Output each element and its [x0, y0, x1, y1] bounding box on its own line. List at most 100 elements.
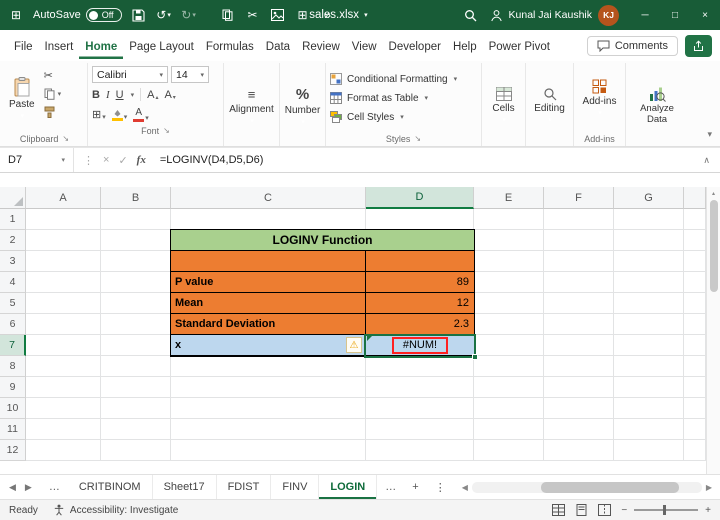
- cell-fill-11[interactable]: [684, 419, 706, 440]
- cell-G10[interactable]: [614, 398, 684, 419]
- cell-F4[interactable]: [544, 272, 614, 293]
- cell-E3[interactable]: [474, 251, 544, 272]
- column-header-G[interactable]: G: [614, 187, 684, 209]
- horizontal-scrollbar[interactable]: ◀ ▶: [454, 475, 720, 499]
- cell-A5[interactable]: [26, 293, 101, 314]
- row-header-11[interactable]: 11: [0, 419, 26, 440]
- tab-review[interactable]: Review: [296, 33, 346, 59]
- sheet-nav-left-icon[interactable]: ◀: [9, 482, 16, 493]
- fill-color-button[interactable]: ▾: [111, 109, 127, 121]
- row-header-9[interactable]: 9: [0, 377, 26, 398]
- vertical-scroll-thumb[interactable]: [709, 200, 718, 292]
- tab-page-layout[interactable]: Page Layout: [123, 33, 200, 59]
- autosave-toggle[interactable]: AutoSave Off: [33, 8, 122, 22]
- cell-D5-mean[interactable]: 12: [366, 293, 474, 313]
- autosave-pill[interactable]: Off: [85, 8, 122, 22]
- cell-B10[interactable]: [101, 398, 171, 419]
- cell-fill-7[interactable]: [684, 335, 706, 356]
- cell-E4[interactable]: [474, 272, 544, 293]
- cell-F11[interactable]: [544, 419, 614, 440]
- row-header-5[interactable]: 5: [0, 293, 26, 314]
- tab-power-pivot[interactable]: Power Pivot: [483, 33, 556, 59]
- zoom-out-button[interactable]: −: [621, 505, 627, 516]
- cell-C5-mean-label[interactable]: Mean: [171, 293, 366, 313]
- undo-button[interactable]: ↺ ▾: [156, 8, 172, 22]
- cell-E11[interactable]: [474, 419, 544, 440]
- cell-G6[interactable]: [614, 314, 684, 335]
- tab-insert[interactable]: Insert: [39, 33, 80, 59]
- zoom-slider[interactable]: [634, 505, 699, 515]
- tab-help[interactable]: Help: [447, 33, 483, 59]
- formula-input[interactable]: =LOGINV(D4,D5,D6): [155, 154, 264, 166]
- alignment-button[interactable]: ≡ Alignment ▾: [228, 65, 275, 146]
- cell-fill-2[interactable]: [684, 230, 706, 251]
- cell-G8[interactable]: [614, 356, 684, 377]
- cell-A11[interactable]: [26, 419, 101, 440]
- sheet-tab-sheet17[interactable]: Sheet17: [153, 475, 217, 499]
- row-header-8[interactable]: 8: [0, 356, 26, 377]
- avatar[interactable]: KJ: [598, 4, 619, 26]
- hscroll-left-icon[interactable]: ◀: [462, 483, 468, 492]
- cancel-icon[interactable]: ×: [103, 154, 109, 166]
- format-as-table-button[interactable]: Format as Table ▾: [330, 90, 477, 107]
- sheet-tab-fdist[interactable]: FDIST: [217, 475, 272, 499]
- cell-D6-sd[interactable]: 2.3: [366, 314, 474, 334]
- accessibility-status[interactable]: Accessibility: Investigate: [53, 504, 178, 516]
- cell-A8[interactable]: [26, 356, 101, 377]
- hscroll-thumb[interactable]: [540, 481, 679, 493]
- cell-D7-active[interactable]: #NUM!: [366, 335, 474, 355]
- name-box[interactable]: D7 ▾: [0, 148, 74, 172]
- sheet-overflow-left-button[interactable]: …: [41, 475, 68, 499]
- cell-F6[interactable]: [544, 314, 614, 335]
- cell-B4[interactable]: [101, 272, 171, 293]
- cell-B11[interactable]: [101, 419, 171, 440]
- normal-view-button[interactable]: [552, 504, 566, 516]
- cell-E1[interactable]: [474, 209, 544, 230]
- row-header-4[interactable]: 4: [0, 272, 26, 293]
- app-menu-icon[interactable]: ⊞: [8, 8, 24, 22]
- cell-A6[interactable]: [26, 314, 101, 335]
- cell-E7[interactable]: [474, 335, 544, 356]
- cell-A3[interactable]: [26, 251, 101, 272]
- cell-styles-button[interactable]: Cell Styles ▾: [330, 109, 477, 126]
- cell-A9[interactable]: [26, 377, 101, 398]
- cell-D9[interactable]: [366, 377, 474, 398]
- tab-view[interactable]: View: [346, 33, 383, 59]
- cell-G4[interactable]: [614, 272, 684, 293]
- cell-E12[interactable]: [474, 440, 544, 461]
- cell-C11[interactable]: [171, 419, 366, 440]
- account-button[interactable]: Kunal Jai Kaushik KJ: [490, 4, 619, 26]
- tab-splitter-icon[interactable]: ⋮: [427, 475, 454, 499]
- share-button[interactable]: [685, 34, 712, 57]
- cell-D11[interactable]: [366, 419, 474, 440]
- expand-formula-bar-icon[interactable]: ∧: [693, 155, 720, 166]
- page-layout-view-button[interactable]: [575, 504, 588, 516]
- cut-button[interactable]: ✂: [245, 8, 261, 22]
- dialog-launcher-icon[interactable]: ↘: [414, 134, 421, 143]
- cell-fill-3[interactable]: [684, 251, 706, 272]
- cell-F2[interactable]: [544, 230, 614, 251]
- cell-F3[interactable]: [544, 251, 614, 272]
- cell-fill-5[interactable]: [684, 293, 706, 314]
- cell-C6-sd-label[interactable]: Standard Deviation: [171, 314, 366, 334]
- sheet-nav-right-icon[interactable]: ▶: [25, 482, 32, 493]
- row-header-1[interactable]: 1: [0, 209, 26, 230]
- error-warning-button[interactable]: ⚠: [346, 337, 362, 353]
- column-header-B[interactable]: B: [101, 187, 171, 209]
- sheet-tab-login-active[interactable]: LOGIN: [319, 475, 378, 499]
- cell-E2[interactable]: [474, 230, 544, 251]
- select-all-corner[interactable]: [0, 187, 26, 209]
- borders-button[interactable]: ⊞ ▾: [92, 108, 106, 121]
- search-button[interactable]: [463, 9, 479, 22]
- dialog-launcher-icon[interactable]: ↘: [62, 134, 69, 143]
- cell-D12[interactable]: [366, 440, 474, 461]
- cell-E9[interactable]: [474, 377, 544, 398]
- new-sheet-button[interactable]: +: [404, 475, 426, 499]
- underline-button[interactable]: U: [116, 89, 124, 101]
- cells-button[interactable]: Cells ▾: [486, 65, 521, 146]
- dialog-launcher-icon[interactable]: ↘: [163, 126, 170, 135]
- cell-fill-4[interactable]: [684, 272, 706, 293]
- tab-developer[interactable]: Developer: [383, 33, 447, 59]
- cell-B9[interactable]: [101, 377, 171, 398]
- cell-G5[interactable]: [614, 293, 684, 314]
